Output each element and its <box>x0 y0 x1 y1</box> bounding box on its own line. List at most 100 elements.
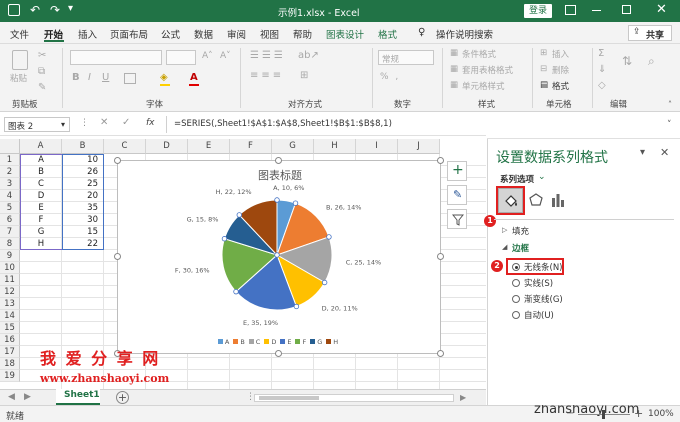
paste-icon[interactable] <box>12 50 28 70</box>
legend-item-a[interactable]: A <box>217 338 229 346</box>
border-icon[interactable] <box>124 73 136 84</box>
tab-help[interactable]: 帮助 <box>293 27 312 41</box>
font-color-icon[interactable]: A <box>190 72 198 83</box>
vertical-align-icons[interactable]: ☰☰☰ <box>250 50 286 61</box>
resize-handle-w[interactable] <box>114 253 121 260</box>
pane-close-icon[interactable]: ✕ <box>660 146 669 159</box>
horizontal-align-icons[interactable]: ≡≡≡ <box>250 70 284 81</box>
resize-handle-n[interactable] <box>275 157 282 164</box>
zoom-level[interactable]: 100% <box>648 409 674 419</box>
shrink-font-icon[interactable]: A˅ <box>220 51 231 61</box>
row-header-2[interactable]: 2 <box>0 166 20 178</box>
maximize-icon[interactable] <box>622 5 631 14</box>
column-header-i[interactable]: I <box>356 139 398 154</box>
resize-handle-nw[interactable] <box>114 157 121 164</box>
row-header-10[interactable]: 10 <box>0 262 20 274</box>
fill-color-icon[interactable]: ◈ <box>160 72 168 83</box>
column-header-d[interactable]: D <box>146 139 188 154</box>
radio-option-1[interactable]: 无线条(N) <box>512 261 632 273</box>
data-label-b[interactable]: B, 26, 14% <box>326 203 361 211</box>
legend-item-e[interactable]: E <box>280 338 291 346</box>
row-header-4[interactable]: 4 <box>0 190 20 202</box>
column-header-e[interactable]: E <box>188 139 230 154</box>
cut-icon[interactable]: ✂ <box>38 50 46 61</box>
data-label-a[interactable]: A, 10, 6% <box>273 184 304 192</box>
chart-styles-button[interactable]: ✎ <box>447 185 467 205</box>
delete-cell-button[interactable]: 删除 <box>552 64 569 76</box>
customize-qat-icon[interactable]: ▾ <box>68 3 73 14</box>
ribbon-display-icon[interactable] <box>565 5 576 15</box>
row-header-18[interactable]: 18 <box>0 358 20 370</box>
tab-insert[interactable]: 插入 <box>78 27 97 41</box>
pane-options-icon[interactable]: ▾ <box>640 147 645 158</box>
close-icon[interactable]: ✕ <box>656 2 667 17</box>
zoom-out-icon[interactable]: − <box>566 408 574 419</box>
number-format-select[interactable]: 常规 <box>378 50 434 65</box>
row-header-11[interactable]: 11 <box>0 274 20 286</box>
column-header-c[interactable]: C <box>104 139 146 154</box>
name-box-dropdown-icon[interactable]: ▾ <box>61 120 65 129</box>
clear-icon[interactable]: ◇ <box>598 80 606 91</box>
tab-chart-design[interactable]: 图表设计 <box>326 27 364 41</box>
tab-format[interactable]: 格式 <box>378 27 397 41</box>
grow-font-icon[interactable]: A˄ <box>202 51 213 61</box>
minimize-icon[interactable] <box>592 10 601 11</box>
italic-icon[interactable]: I <box>88 72 91 83</box>
sort-filter-icon[interactable]: ⇅ <box>622 54 632 68</box>
radio-option-2[interactable]: 实线(S) <box>512 277 632 289</box>
insert-cell-button[interactable]: 插入 <box>552 48 569 60</box>
font-size-select[interactable] <box>166 50 196 65</box>
series-selection-handle[interactable] <box>326 234 332 240</box>
data-label-g[interactable]: G, 15, 8% <box>187 215 219 223</box>
row-header-13[interactable]: 13 <box>0 298 20 310</box>
merge-icon[interactable]: ⊞ <box>300 70 308 81</box>
row-header-5[interactable]: 5 <box>0 202 20 214</box>
row-header-9[interactable]: 9 <box>0 250 20 262</box>
expand-formula-icon[interactable]: ˅ <box>667 120 672 130</box>
column-header-b[interactable]: B <box>62 139 104 154</box>
radio-option-3[interactable]: 渐变线(G) <box>512 293 632 305</box>
copy-icon[interactable]: ⧉ <box>38 66 45 77</box>
name-box[interactable]: 图表 2 ▾ <box>4 117 70 132</box>
radio-option-4[interactable]: 自动(U) <box>512 309 632 321</box>
legend-item-h[interactable]: H <box>326 338 338 346</box>
number-format-icons[interactable]: % , <box>380 72 400 82</box>
tab-data[interactable]: 数据 <box>194 27 213 41</box>
series-selection-handle[interactable] <box>293 303 300 310</box>
enter-formula-icon[interactable]: ✓ <box>122 117 130 128</box>
horizontal-scrollbar[interactable] <box>254 394 454 402</box>
prev-sheet-icon[interactable]: ◀ <box>8 392 15 402</box>
save-icon[interactable] <box>8 4 20 16</box>
zoom-slider-thumb[interactable] <box>602 410 605 419</box>
select-all-corner[interactable] <box>0 139 20 154</box>
series-selection-handle[interactable] <box>236 212 242 218</box>
chart-elements-button[interactable]: + <box>447 161 467 181</box>
row-header-12[interactable]: 12 <box>0 286 20 298</box>
data-label-h[interactable]: H, 22, 12% <box>216 188 252 196</box>
tab-review[interactable]: 审阅 <box>227 27 246 41</box>
redo-icon[interactable]: ↷ <box>50 3 60 17</box>
cancel-formula-icon[interactable]: ✕ <box>100 117 108 128</box>
legend-item-b[interactable]: B <box>233 338 245 346</box>
table-format-button[interactable]: 套用表格格式 <box>462 64 513 76</box>
radio-circle[interactable] <box>512 279 520 287</box>
column-header-h[interactable]: H <box>314 139 356 154</box>
legend-item-d[interactable]: D <box>264 338 276 346</box>
row-header-14[interactable]: 14 <box>0 310 20 322</box>
radio-circle[interactable] <box>512 295 520 303</box>
zoom-in-icon[interactable]: + <box>634 407 643 420</box>
resize-handle-se[interactable] <box>437 350 444 357</box>
cell-style-button[interactable]: 单元格样式 <box>462 80 505 92</box>
resize-handle-s[interactable] <box>275 350 282 357</box>
data-label-d[interactable]: D, 20, 11% <box>322 305 358 313</box>
tab-home[interactable]: 开始 <box>44 27 63 41</box>
series-selection-handle[interactable] <box>233 288 239 295</box>
fill-section-expand-icon[interactable]: ▷ <box>502 226 507 234</box>
underline-icon[interactable]: U <box>102 72 109 83</box>
series-options-dropdown-icon[interactable]: ⌄ <box>538 172 546 182</box>
data-label-c[interactable]: C, 25, 14% <box>346 259 382 267</box>
horizontal-scroll-thumb[interactable] <box>259 396 319 400</box>
row-header-8[interactable]: 8 <box>0 238 20 250</box>
data-label-e[interactable]: E, 35, 19% <box>243 319 278 327</box>
autosum-icon[interactable]: Σ <box>598 48 604 59</box>
